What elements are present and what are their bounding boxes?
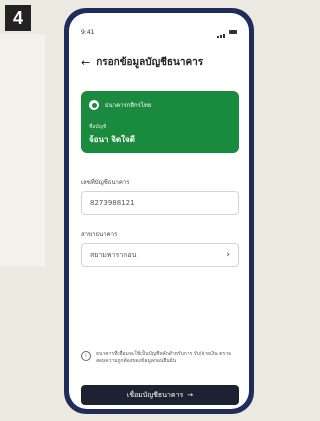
page-header: ← กรอกข้อมูลบัญชีธนาคาร (81, 55, 239, 70)
phone-frame: 9:41 ← กรอกข้อมูลบัญชีธนาคาร ธนาคารกสิกร… (64, 8, 254, 414)
info-icon: i (81, 351, 91, 361)
bank-name: ธนาคารกสิกรไทย (105, 102, 152, 109)
account-number-label: เลขที่บัญชีธนาคาร (81, 179, 130, 186)
arrow-right-icon: → (187, 391, 194, 399)
signal-icon (217, 23, 226, 42)
step-number-badge: 4 (5, 5, 31, 31)
account-number-field[interactable]: 8273988121 (81, 191, 239, 215)
connect-bank-label: เชื่อมบัญชีธนาคาร (126, 390, 184, 399)
chevron-right-icon: › (226, 250, 230, 260)
status-bar: 9:41 (81, 27, 237, 38)
account-name: จ้อนา จิตใจดี (89, 135, 135, 144)
branch-select[interactable]: สยามพารากอน › (81, 243, 239, 267)
status-icons (217, 23, 237, 42)
branch-value: สยามพารากอน (90, 250, 137, 259)
phone-screen: 9:41 ← กรอกข้อมูลบัญชีธนาคาร ธนาคารกสิกร… (69, 13, 249, 409)
branch-label: สาขาธนาคาร (81, 231, 118, 238)
connect-bank-button[interactable]: เชื่อมบัญชีธนาคาร → (81, 385, 239, 405)
info-text: ธนาคารที่เชื่อมจะใช้เป็นบัญชีหลักสำหรับก… (96, 351, 231, 364)
account-name-label: ชื่อบัญชี (89, 124, 107, 130)
bank-logo-icon (89, 100, 99, 110)
side-panel (0, 34, 45, 266)
info-note: i ธนาคารที่เชื่อมจะใช้เป็นบัญชีหลักสำหรั… (81, 351, 239, 365)
page-title: กรอกข้อมูลบัญชีธนาคาร (96, 57, 204, 68)
account-number-value: 8273988121 (90, 199, 135, 207)
status-time: 9:41 (81, 28, 95, 36)
back-arrow-icon[interactable]: ← (81, 57, 90, 68)
battery-icon (229, 30, 237, 34)
bank-card: ธนาคารกสิกรไทย ชื่อบัญชี จ้อนา จิตใจดี (81, 91, 239, 153)
